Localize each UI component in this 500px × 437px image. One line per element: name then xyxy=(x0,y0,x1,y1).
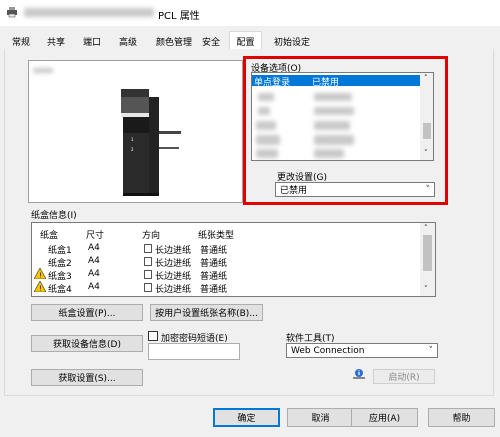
window-title: PCL 属性 xyxy=(158,11,200,22)
portrait-page-icon xyxy=(144,257,152,266)
chevron-down-icon: ˅ xyxy=(428,346,434,356)
scroll-down-icon[interactable]: ˅ xyxy=(424,149,428,157)
list-scrollbar[interactable]: ˄ ˅ xyxy=(420,73,433,160)
redacted-row xyxy=(314,107,354,115)
scroll-thumb[interactable] xyxy=(423,235,432,271)
apply-button[interactable]: 应用(A) xyxy=(351,408,418,427)
portrait-page-icon xyxy=(144,244,152,253)
scroll-up-icon[interactable]: ˄ xyxy=(424,74,428,82)
redacted-row xyxy=(314,93,352,101)
redacted-row xyxy=(258,93,274,101)
svg-text:!: ! xyxy=(39,285,42,293)
scroll-thumb[interactable] xyxy=(423,123,431,139)
warning-icon: ! xyxy=(33,280,47,295)
encrypt-checkbox[interactable] xyxy=(148,331,158,341)
device-preview: 1 2 xyxy=(28,60,243,203)
option-value: 已禁用 xyxy=(312,78,340,88)
cancel-button[interactable]: 取消 xyxy=(287,408,354,427)
table-row[interactable]: 纸盒1 A4 长边进纸 普通纸 xyxy=(32,243,435,256)
table-scrollbar[interactable]: ˄ ˅ xyxy=(420,223,435,296)
device-options-list[interactable]: 单点登录 已禁用 ˄ ˅ xyxy=(251,72,434,161)
redacted-row xyxy=(256,135,280,145)
tab-advanced[interactable]: 高级 xyxy=(115,33,141,50)
encrypt-passphrase-input[interactable] xyxy=(148,343,240,360)
software-tools-dropdown[interactable]: Web Connection ˅ xyxy=(286,343,438,358)
redacted-row xyxy=(314,135,354,145)
tab-security[interactable]: 安全 xyxy=(198,33,224,50)
scroll-up-icon[interactable]: ˄ xyxy=(424,224,428,232)
get-device-info-button[interactable]: 获取设备信息(D) xyxy=(31,335,143,352)
help-button[interactable]: 帮助 xyxy=(428,408,495,427)
device-image: 1 2 xyxy=(121,89,181,196)
redacted-row xyxy=(258,107,270,115)
start-button[interactable]: 启动(R) xyxy=(373,369,435,384)
tray-settings-button[interactable]: 纸盒设置(P)... xyxy=(31,304,143,321)
tab-ports[interactable]: 端口 xyxy=(79,33,105,50)
user-paper-names-button[interactable]: 按用户设置纸张名称(B)... xyxy=(150,304,263,321)
warning-icon: ! xyxy=(33,267,47,282)
svg-text:!: ! xyxy=(39,272,42,280)
change-setting-value: 已禁用 xyxy=(280,186,308,196)
option-name: 单点登录 xyxy=(254,78,291,88)
selected-option-row[interactable]: 单点登录 已禁用 xyxy=(252,75,420,88)
printer-icon xyxy=(6,6,18,18)
portrait-page-icon xyxy=(144,283,152,292)
redacted-row xyxy=(256,121,276,130)
tab-general[interactable]: 常规 xyxy=(8,33,34,50)
ok-button[interactable]: 确定 xyxy=(213,408,280,427)
tab-sharing[interactable]: 共享 xyxy=(43,33,69,50)
chevron-down-icon: ˅ xyxy=(425,185,431,195)
tab-configuration[interactable]: 配置 xyxy=(229,31,262,50)
table-row[interactable]: ! 纸盒4 A4 长边进纸 普通纸 xyxy=(32,280,435,295)
table-row[interactable]: 纸盒2 A4 长边进纸 普通纸 xyxy=(32,256,435,269)
tab-color-management[interactable]: 颜色管理 xyxy=(151,33,197,50)
portrait-page-icon xyxy=(144,270,152,279)
software-tools-value: Web Connection xyxy=(291,345,365,356)
redacted-row xyxy=(256,149,278,158)
tray-info-label: 纸盒信息(I) xyxy=(31,211,77,221)
model-name-redacted xyxy=(33,68,53,73)
get-settings-button[interactable]: 获取设置(S)... xyxy=(31,369,143,386)
info-icon xyxy=(352,368,366,383)
tab-initial-settings[interactable]: 初始设定 xyxy=(269,33,315,50)
printer-name-redacted xyxy=(24,8,154,17)
redacted-row xyxy=(314,121,350,130)
scroll-down-icon[interactable]: ˅ xyxy=(424,285,428,293)
table-header: 纸盒 尺寸 方向 纸张类型 xyxy=(40,231,235,241)
redacted-row xyxy=(314,149,344,158)
change-setting-dropdown[interactable]: 已禁用 ˅ xyxy=(275,182,435,197)
table-row[interactable]: ! 纸盒3 A4 长边进纸 普通纸 xyxy=(32,267,435,282)
title-bar: PCL 属性 xyxy=(0,0,500,26)
tray-info-table[interactable]: 纸盒 尺寸 方向 纸张类型 纸盒1 A4 长边进纸 普通纸 纸盒2 A4 长边进… xyxy=(31,222,436,297)
